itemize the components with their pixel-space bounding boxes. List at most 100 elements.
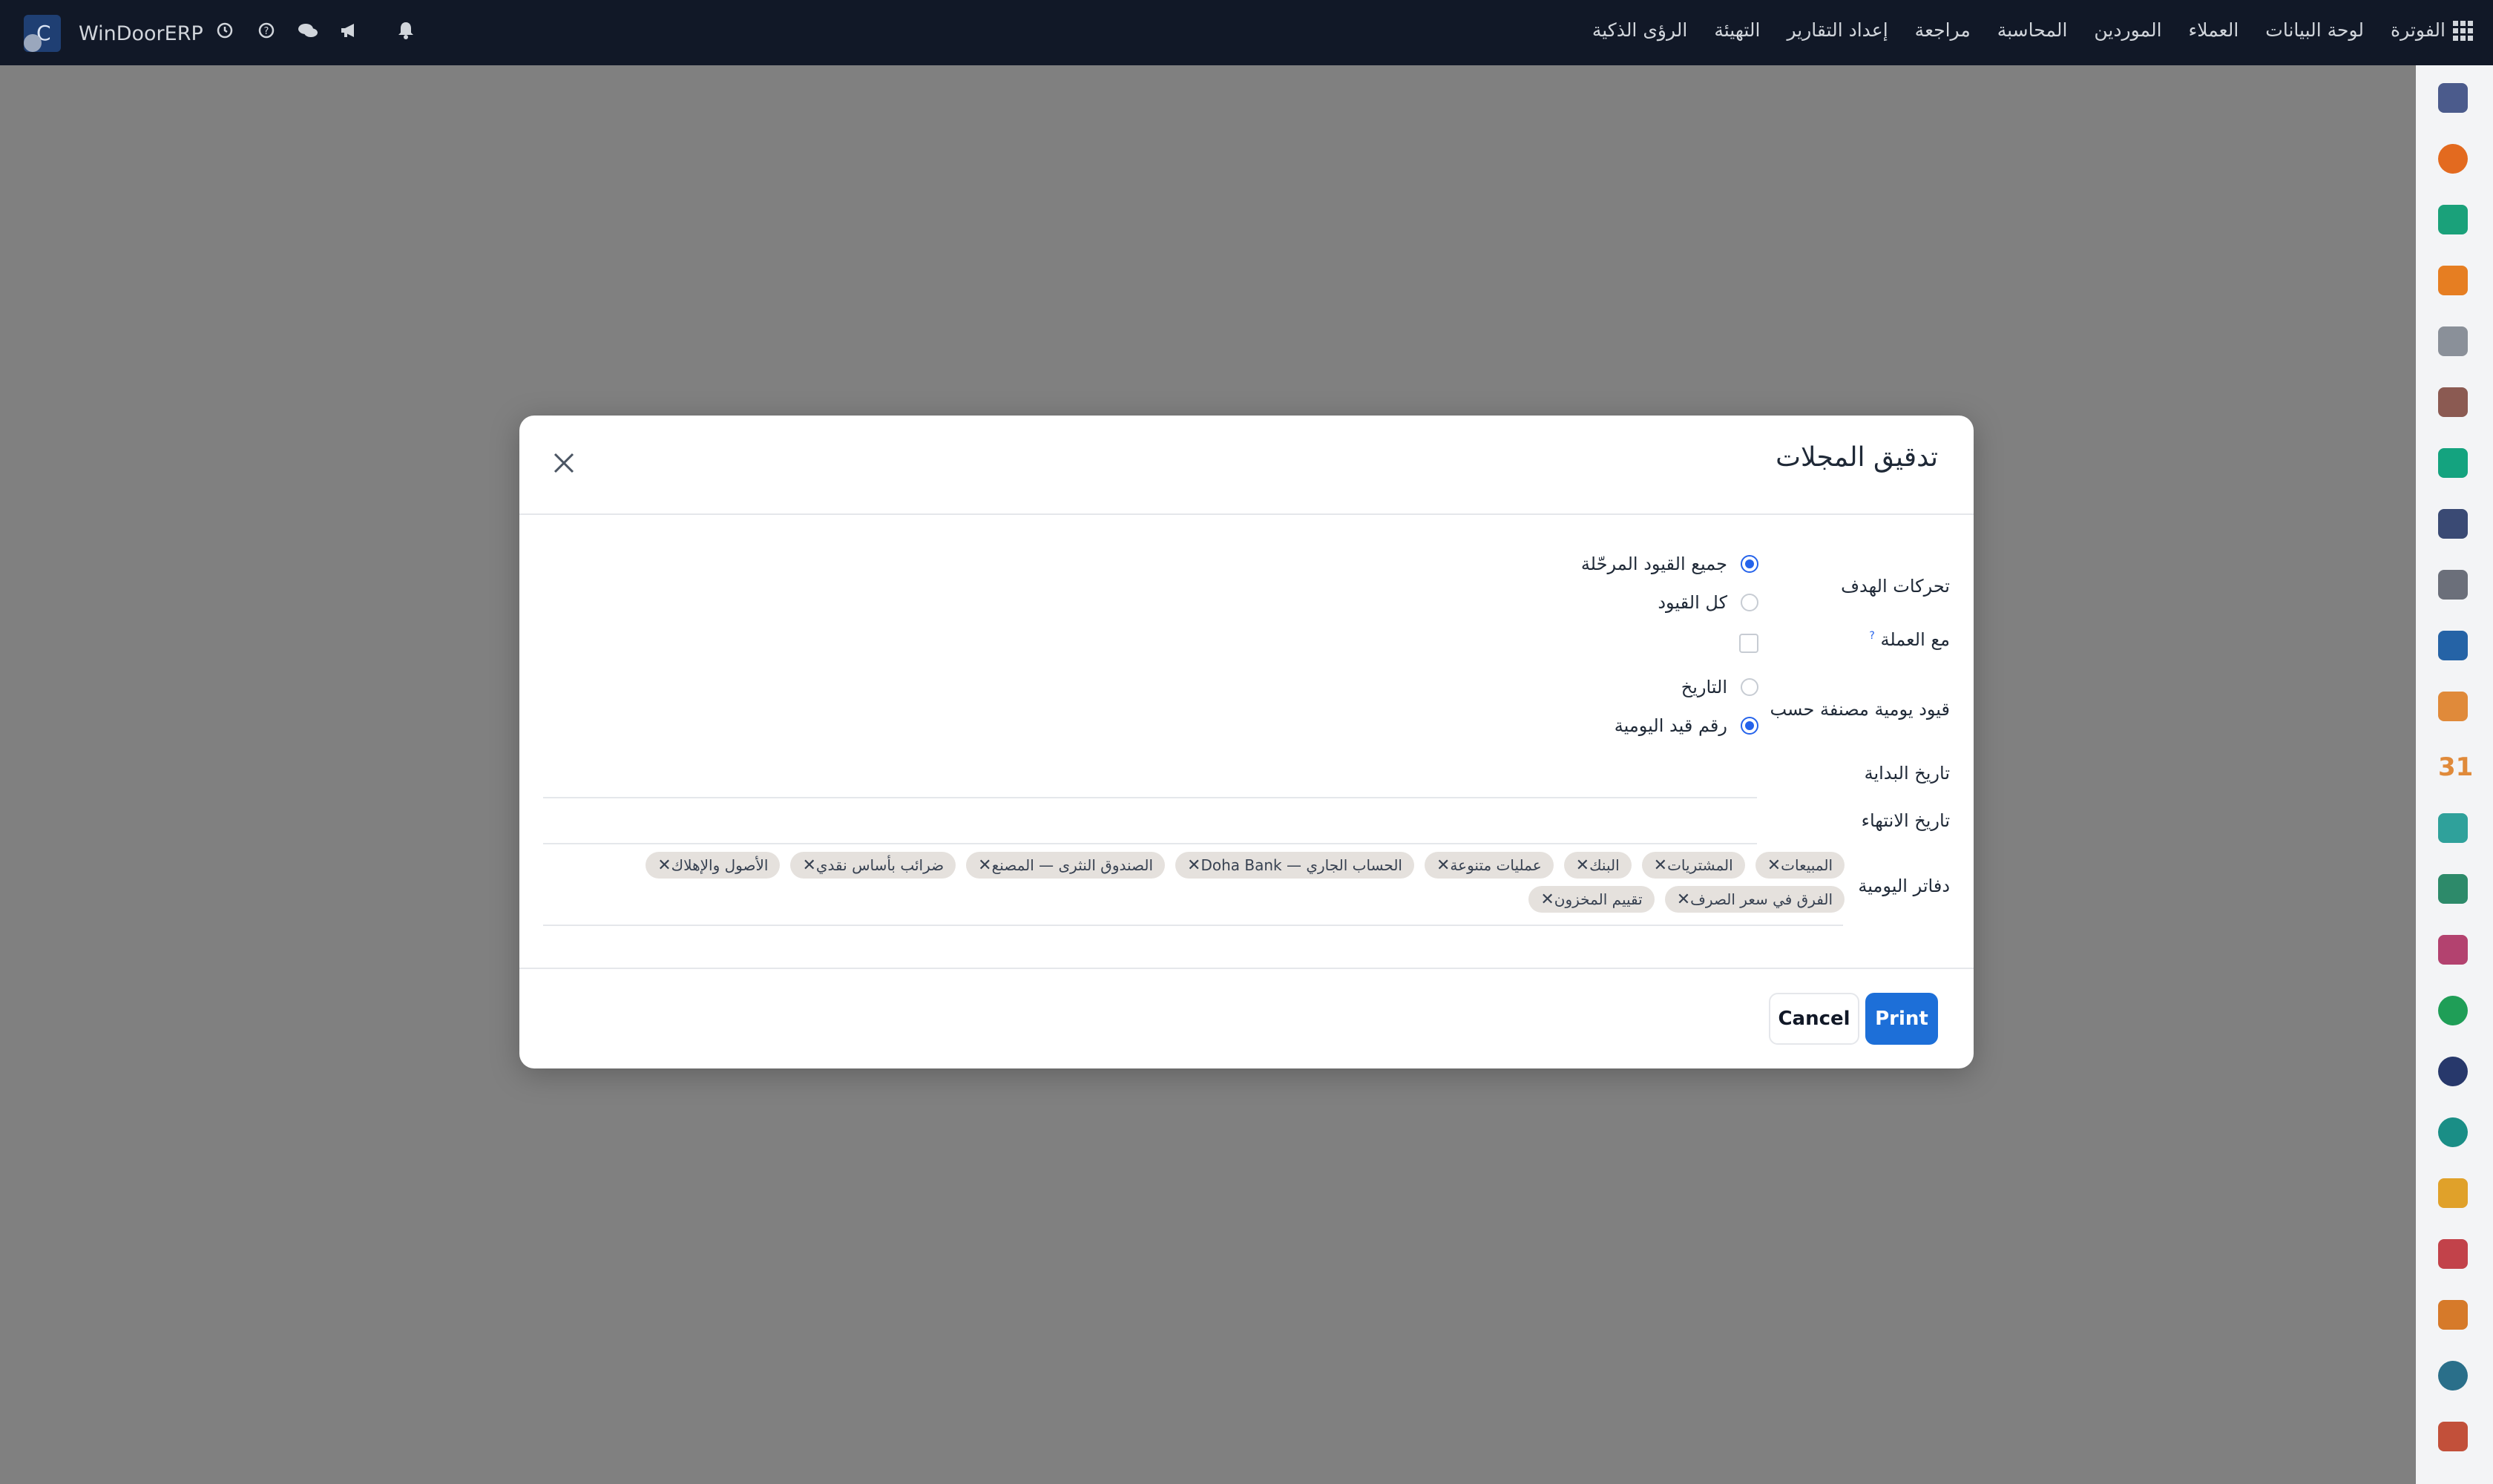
dashboard-icon[interactable] (2438, 935, 2468, 965)
dialog-header: تدقيق المجلات (519, 416, 1974, 515)
tag-label: الأصول والإهلاك (671, 856, 769, 874)
compass-icon[interactable] (2438, 1057, 2468, 1086)
task-check-icon[interactable] (2438, 448, 2468, 478)
megaphone-icon[interactable] (337, 18, 362, 43)
menu-item-smart-insights[interactable]: الرؤى الذكية (1592, 19, 1687, 41)
help-tooltip-icon[interactable]: ? (1869, 630, 1874, 642)
tag-label: الصندوق النثرى — المصنع (991, 856, 1153, 874)
calendar-icon[interactable]: 31 (2438, 752, 2473, 782)
ruler-icon[interactable] (2438, 1239, 2468, 1269)
top-icon-group: ? (212, 18, 418, 43)
radio-all[interactable] (1741, 594, 1758, 611)
close-icon[interactable] (549, 448, 579, 478)
radio-number[interactable] (1741, 717, 1758, 735)
end-date-input[interactable] (543, 843, 1757, 844)
journal-tag: الأصول والإهلاك ✕ (646, 852, 781, 879)
menu-item-customers[interactable]: العملاء (2189, 19, 2239, 41)
menu-item-reporting[interactable]: إعداد التقارير (1787, 19, 1888, 41)
planet-icon[interactable] (2438, 1117, 2468, 1147)
journal-tag: الصندوق النثرى — المصنع ✕ (966, 852, 1165, 879)
tag-label: المبيعات (1781, 856, 1833, 874)
dialog-title: تدقيق المجلات (1776, 442, 1938, 473)
pen-icon[interactable] (2438, 813, 2468, 843)
target-moves-option-all[interactable]: كل القيود (1658, 592, 1758, 613)
target-moves-option-posted[interactable]: جميع القيود المرحّلة (1581, 554, 1758, 574)
target-moves-label: تحركات الهدف (1841, 576, 1950, 597)
tag-remove-icon[interactable]: ✕ (1767, 856, 1781, 875)
tag-remove-icon[interactable]: ✕ (1540, 890, 1554, 909)
contact-icon[interactable] (2438, 387, 2468, 417)
start-date-label: تاريخ البداية (1864, 763, 1950, 784)
sort-by-option-date[interactable]: التاريخ (1681, 677, 1758, 697)
pie-chart-icon[interactable] (2438, 1361, 2468, 1391)
journals-label: دفاتر اليومية (1858, 876, 1950, 896)
tag-remove-icon[interactable]: ✕ (978, 856, 991, 875)
start-date-input[interactable] (543, 797, 1757, 798)
dialog-footer-divider (519, 968, 1974, 969)
id-card-icon[interactable] (2438, 874, 2468, 904)
with-currency-label: مع العملة ? (1869, 629, 1950, 650)
sort-by-option-number[interactable]: رقم قيد اليومية (1615, 715, 1758, 736)
helpdesk-icon[interactable] (2438, 509, 2468, 539)
with-currency-text: مع العملة (1880, 629, 1950, 650)
tag-label: الحساب الجاري — Doha Bank (1200, 856, 1402, 874)
chat-icon[interactable] (295, 18, 321, 43)
with-currency-checkbox[interactable] (1739, 634, 1758, 653)
journals-tag-list: المبيعات ✕ المشتريات ✕ البنك ✕ عمليات متنوع… (608, 852, 1845, 913)
radio-date[interactable] (1741, 678, 1758, 696)
option-label: كل القيود (1658, 592, 1727, 613)
company-logo[interactable]: C (24, 15, 61, 52)
option-label: رقم قيد اليومية (1614, 715, 1727, 736)
whatsapp-icon[interactable] (2438, 996, 2468, 1025)
option-label: التاريخ (1681, 677, 1727, 697)
user-avatar-dot (24, 34, 42, 52)
chat-bubble-icon[interactable] (2438, 144, 2468, 174)
tag-label: الفرق في سعر الصرف (1690, 890, 1833, 908)
box-icon[interactable] (2438, 570, 2468, 600)
tag-remove-icon[interactable]: ✕ (1576, 856, 1589, 875)
settings-hexagon-icon[interactable] (2438, 1422, 2468, 1451)
tag-remove-icon[interactable]: ✕ (657, 856, 671, 875)
send-icon[interactable] (2438, 1178, 2468, 1208)
menu-item-invoicing[interactable]: الفوترة (2391, 19, 2446, 41)
svg-text:?: ? (264, 26, 269, 37)
tag-label: البنك (1589, 856, 1620, 874)
menu-item-accounting[interactable]: المحاسبة (1997, 19, 2068, 41)
journal-tag: الفرق في سعر الصرف ✕ (1664, 886, 1845, 913)
tag-remove-icon[interactable]: ✕ (1677, 890, 1690, 909)
people-icon[interactable] (2438, 692, 2468, 721)
print-button[interactable]: Print (1865, 993, 1938, 1045)
brand-name[interactable]: WinDoorERP (79, 22, 203, 45)
journal-tag: المشتريات ✕ (1641, 852, 1745, 879)
menu-item-configuration[interactable]: التهيئة (1714, 19, 1760, 41)
tag-remove-icon[interactable]: ✕ (1436, 856, 1450, 875)
check-mark-icon[interactable] (2438, 205, 2468, 234)
bell-icon[interactable] (393, 18, 418, 43)
sort-by-label: قيود يومية مصنفة حسب (1770, 699, 1950, 720)
brand[interactable]: C WinDoorERP (24, 15, 203, 52)
clock-icon[interactable] (212, 18, 237, 43)
tag-remove-icon[interactable]: ✕ (802, 856, 815, 875)
journals-audit-dialog: تدقيق المجلات تحركات الهدف جميع القيود ا… (519, 416, 1974, 1068)
mail-icon[interactable] (2438, 83, 2468, 113)
app-sidebar: 31 (2416, 65, 2493, 1484)
journal-tag: تقييم المخزون ✕ (1528, 886, 1655, 913)
tag-remove-icon[interactable]: ✕ (1187, 856, 1200, 875)
tag-label: عمليات متنوعة (1450, 856, 1542, 874)
help-icon[interactable]: ? (254, 18, 279, 43)
menu-item-dashboard[interactable]: لوحة البيانات (2265, 19, 2364, 41)
document-icon[interactable] (2438, 631, 2468, 660)
option-label: جميع القيود المرحّلة (1580, 554, 1727, 574)
journal-tag: المبيعات ✕ (1755, 852, 1845, 879)
tag-label: المشتريات (1667, 856, 1733, 874)
menu-item-review[interactable]: مراجعة (1915, 19, 1971, 41)
radio-posted[interactable] (1741, 555, 1758, 573)
journals-input-underline[interactable] (543, 925, 1843, 926)
bar-chart-icon[interactable] (2438, 266, 2468, 295)
hexagon-icon[interactable] (2438, 1300, 2468, 1330)
cancel-button[interactable]: Cancel (1769, 993, 1859, 1045)
cube-icon[interactable] (2438, 326, 2468, 356)
tag-remove-icon[interactable]: ✕ (1654, 856, 1667, 875)
menu-item-vendors[interactable]: الموردين (2094, 19, 2161, 41)
apps-grid-icon[interactable] (2451, 19, 2475, 43)
